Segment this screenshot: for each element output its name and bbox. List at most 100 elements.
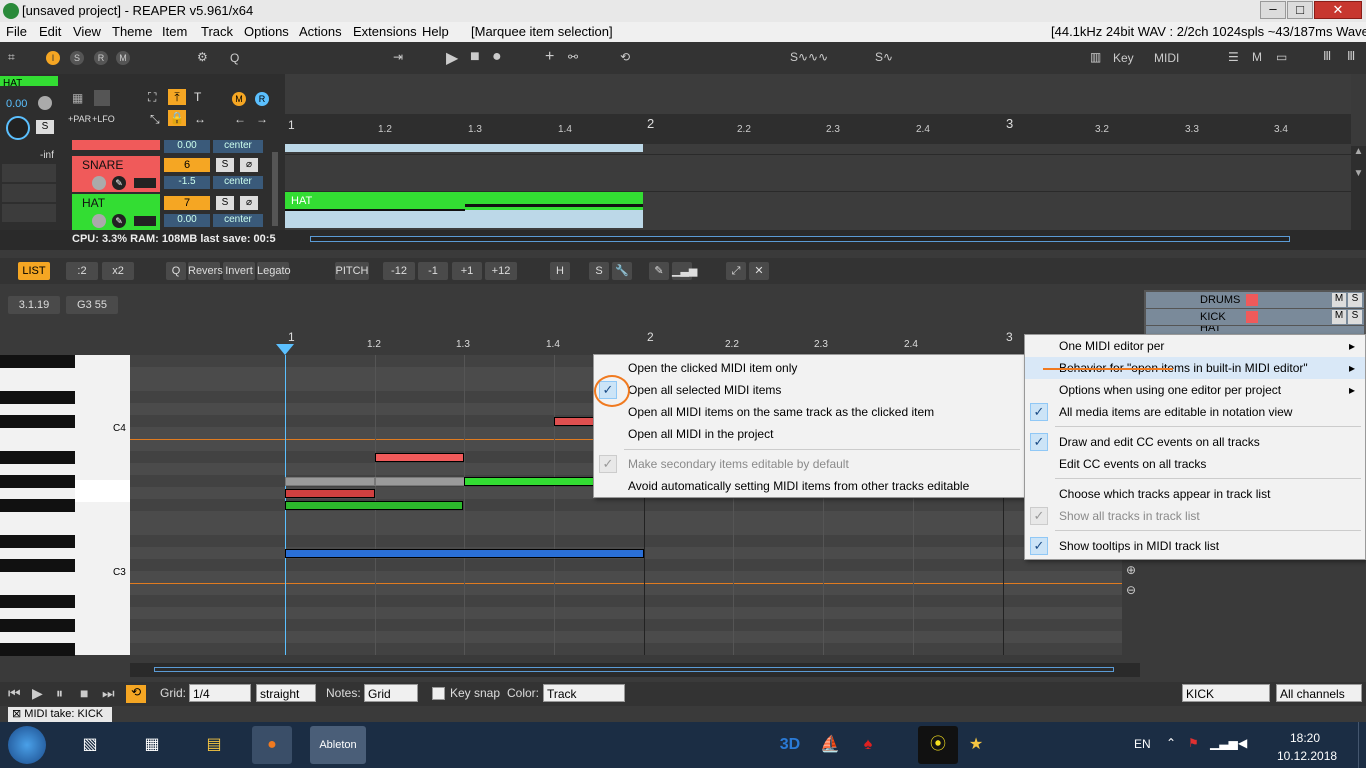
expand-icon[interactable]: ⤢: [726, 262, 746, 280]
hat-volume[interactable]: 0.00: [164, 214, 210, 227]
horizontal-scrollbar[interactable]: [310, 236, 1290, 242]
firefox-icon[interactable]: ●: [252, 726, 292, 764]
solo-button[interactable]: S: [1348, 310, 1362, 324]
playhead-marker-icon[interactable]: [276, 344, 294, 355]
menu-extensions[interactable]: Extensions: [353, 24, 417, 39]
legato-button[interactable]: Legato: [257, 262, 291, 280]
explorer-icon[interactable]: ▤: [194, 726, 234, 764]
forward-icon[interactable]: ⏭: [102, 685, 115, 702]
track-list-name[interactable]: HAT: [1200, 326, 1221, 334]
pitch-minus1-button[interactable]: -1: [418, 262, 448, 280]
menu-file[interactable]: File: [6, 24, 27, 39]
track-list-row-kick[interactable]: KICK M S: [1146, 309, 1364, 325]
fullscreen-icon[interactable]: ⛶: [148, 90, 156, 105]
master-mute-icon[interactable]: [38, 96, 52, 110]
midi-note[interactable]: [285, 477, 375, 486]
grid-select[interactable]: 1/4: [189, 684, 251, 702]
channel-select[interactable]: All channels: [1276, 684, 1362, 702]
h-button[interactable]: H: [550, 262, 570, 280]
minimize-icon[interactable]: –: [1260, 1, 1286, 19]
track-list-row-hat[interactable]: HAT: [1146, 326, 1364, 334]
text-icon[interactable]: T: [194, 90, 201, 104]
hat-phase-icon[interactable]: ⌀: [240, 196, 258, 210]
snare-pan[interactable]: center: [213, 176, 263, 189]
menu-item[interactable]: Item: [162, 24, 187, 39]
star-icon[interactable]: ★: [956, 726, 996, 764]
menu-open-clicked-only[interactable]: Open the clicked MIDI item only: [594, 357, 1024, 379]
black-key[interactable]: [0, 355, 75, 368]
div2-button[interactable]: :2: [66, 262, 98, 280]
swing-select[interactable]: straight: [256, 684, 316, 702]
black-key[interactable]: [0, 499, 75, 512]
skip-icon[interactable]: ⇥: [393, 50, 403, 64]
position-display[interactable]: 3.1.19: [8, 296, 60, 314]
hat-pan[interactable]: center: [213, 214, 263, 227]
hscroll-thumb[interactable]: [154, 667, 1114, 672]
snare-number[interactable]: 6: [164, 158, 210, 172]
r-round-icon[interactable]: R: [255, 92, 269, 106]
mute-button[interactable]: M: [1332, 293, 1346, 307]
right-arrow-icon[interactable]: →: [256, 112, 268, 126]
master-solo-button[interactable]: S: [36, 120, 54, 134]
left-arrow-icon[interactable]: ←: [234, 112, 246, 126]
calculator-icon[interactable]: ▦: [132, 726, 172, 764]
media-item-top[interactable]: [285, 144, 643, 152]
black-key[interactable]: [0, 559, 75, 572]
black-key[interactable]: [0, 535, 75, 548]
media-item-hat[interactable]: HAT: [285, 192, 643, 228]
stop-icon[interactable]: ■: [80, 685, 88, 701]
track-mute-icon[interactable]: [92, 214, 106, 228]
link-icon[interactable]: ⚯: [568, 50, 578, 64]
maximize-icon[interactable]: □: [1287, 1, 1313, 19]
menu-avoid-auto-editable[interactable]: Avoid automatically setting MIDI items f…: [594, 475, 1024, 497]
menu-view[interactable]: View: [73, 24, 101, 39]
snare-volume[interactable]: -1.5: [164, 176, 210, 189]
menu-notation-editable[interactable]: ✓ All media items are editable in notatio…: [1025, 401, 1365, 423]
midi-note[interactable]: [464, 477, 594, 486]
grid-icon[interactable]: ▦: [72, 91, 83, 105]
record-round-icon[interactable]: R: [94, 51, 108, 65]
midi-ruler[interactable]: 1 1.2 1.3 1.4 2 2.2 2.3 2.4 3: [130, 324, 1122, 355]
mixer-icon[interactable]: M: [1252, 50, 1262, 64]
language-indicator[interactable]: EN: [1134, 737, 1151, 751]
metronome-icon[interactable]: I: [46, 51, 60, 65]
tcp-scrollbar[interactable]: [272, 152, 278, 226]
menu-track[interactable]: Track: [201, 24, 233, 39]
menu-show-tooltips[interactable]: ✓ Show tooltips in MIDI track list: [1025, 535, 1365, 557]
menu-open-all-project[interactable]: Open all MIDI in the project: [594, 423, 1024, 445]
volume-icon[interactable]: ◀: [1238, 736, 1247, 750]
io-icon[interactable]: [134, 178, 156, 188]
fx-icon[interactable]: ✎: [112, 214, 126, 228]
screen-icon[interactable]: ▭: [1276, 50, 1287, 64]
black-key[interactable]: [0, 595, 75, 608]
bars-icon[interactable]: Ⅲ: [1347, 49, 1355, 63]
list-icon[interactable]: ☰: [1228, 50, 1239, 64]
s-button[interactable]: S: [589, 262, 609, 280]
close-tab-icon[interactable]: ⊠: [12, 708, 21, 720]
menu-theme[interactable]: Theme: [112, 24, 152, 39]
play-icon[interactable]: ▶: [32, 685, 43, 702]
invert-button[interactable]: Invert: [223, 262, 255, 280]
rewind-icon[interactable]: ⏮: [8, 685, 21, 702]
snare-phase-icon[interactable]: ⌀: [240, 158, 258, 172]
poker-icon[interactable]: ♠: [848, 726, 888, 764]
midi-hscroll[interactable]: [130, 663, 1140, 677]
midi-note[interactable]: [375, 477, 465, 486]
menu-open-all-selected[interactable]: ✓ Open all selected MIDI items: [594, 379, 1024, 401]
close-icon[interactable]: ✕: [1314, 1, 1362, 19]
network-icon[interactable]: ⚑: [1188, 736, 1199, 750]
close-midi-icon[interactable]: ✕: [749, 262, 769, 280]
ableton-app-icon[interactable]: Ableton: [310, 726, 366, 764]
quantize-button[interactable]: Q: [166, 262, 186, 280]
list-button[interactable]: LIST: [18, 262, 50, 280]
show-desktop-button[interactable]: [1358, 722, 1366, 768]
3d-app-icon[interactable]: 3D: [770, 726, 810, 764]
midi-note[interactable]: [554, 417, 594, 426]
snare-solo-button[interactable]: S: [216, 158, 234, 172]
stop-icon[interactable]: ■: [470, 48, 480, 66]
pencil-icon[interactable]: ✎: [649, 262, 669, 280]
master-knob-icon[interactable]: [6, 116, 30, 140]
clock-date[interactable]: 10.12.2018: [1277, 749, 1337, 763]
vertical-scrollbar[interactable]: ▲ ▼: [1351, 146, 1366, 230]
menu-actions[interactable]: Actions: [299, 24, 342, 39]
